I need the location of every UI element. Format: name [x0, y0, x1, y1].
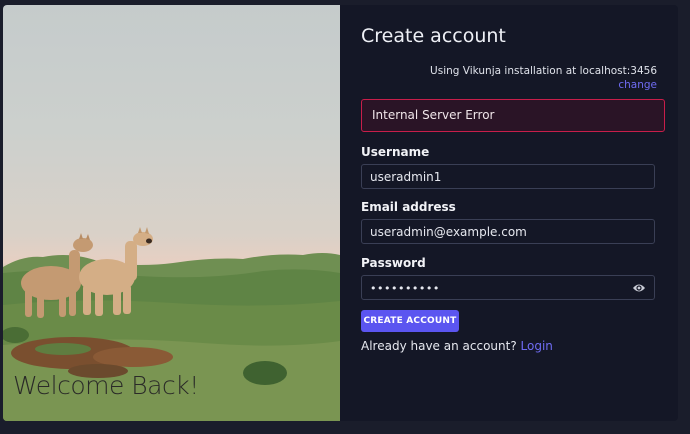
- login-prompt: Already have an account? Login: [361, 339, 553, 353]
- login-prompt-text: Already have an account?: [361, 339, 517, 353]
- photo-scene: [3, 227, 340, 421]
- password-value: ••••••••••: [370, 282, 440, 295]
- email-label: Email address: [361, 200, 456, 214]
- username-field[interactable]: useradmin1: [361, 164, 655, 189]
- email-field[interactable]: useradmin@example.com: [361, 219, 655, 244]
- register-form: Create account Using Vikunja installatio…: [340, 5, 678, 421]
- welcome-text: Welcome Back!: [13, 371, 199, 400]
- password-label: Password: [361, 256, 426, 270]
- error-message: Internal Server Error: [361, 99, 665, 132]
- username-label: Username: [361, 145, 430, 159]
- login-card: Welcome Back! Create account Using Vikun…: [3, 5, 678, 421]
- password-field[interactable]: ••••••••••: [361, 275, 655, 300]
- create-account-button[interactable]: CREATE ACCOUNT: [361, 310, 459, 332]
- installation-info: Using Vikunja installation at localhost:…: [430, 65, 657, 77]
- eye-icon[interactable]: [632, 282, 646, 294]
- login-link[interactable]: Login: [521, 339, 553, 353]
- llama-photo: Welcome Back!: [3, 5, 340, 421]
- page-title: Create account: [361, 25, 506, 47]
- change-installation-link[interactable]: change: [618, 79, 657, 91]
